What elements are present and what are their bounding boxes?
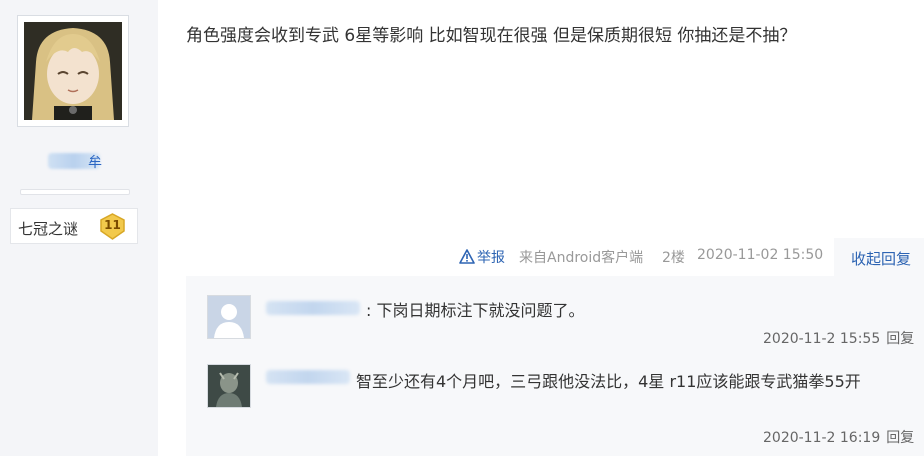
post-content: 角色强度会收到专武 6星等影响 比如智现在很强 但是保质期很短 你抽还是不抽？ <box>186 26 797 46</box>
reply-list: : 下岗日期标注下就没问题了。 2020-11-2 15:55 回复 智至少还有4… <box>186 276 924 456</box>
report-button[interactable]: 举报 <box>459 247 505 267</box>
level-badge-icon: 11 <box>99 213 126 240</box>
report-label: 举报 <box>477 250 505 266</box>
reply-content: : 下岗日期标注下就没问题了。 <box>366 301 585 320</box>
anime-girl-avatar-image <box>24 22 122 120</box>
collapse-replies-tab[interactable]: 收起回复 <box>834 238 924 276</box>
post-floor: 2楼 <box>662 250 685 266</box>
reply-content: 智至少还有4个月吧，三弓跟他没法比，4星 r11应该能跟专武猫拳55开 <box>356 372 861 391</box>
author-username[interactable]: 牟 <box>88 152 102 172</box>
reply-button[interactable]: 回复 <box>886 430 914 446</box>
reply-meta: 2020-11-2 16:19 回复 <box>763 427 914 447</box>
user-placeholder-icon <box>208 296 250 338</box>
badge-name: 七冠之谜 <box>18 220 79 238</box>
reply-timestamp: 2020-11-2 16:19 <box>763 430 881 446</box>
post-timestamp: 2020-11-02 15:50 <box>697 247 824 263</box>
author-sidebar: 牟 七冠之谜 11 <box>0 0 158 456</box>
reply-username-blurred[interactable] <box>266 370 350 384</box>
member-badge[interactable]: 七冠之谜 11 <box>10 208 138 244</box>
badge-level-number: 11 <box>104 218 121 232</box>
author-avatar[interactable] <box>17 15 129 127</box>
post-source: 来自Android客户端 <box>519 250 644 266</box>
default-avatar[interactable] <box>207 295 251 339</box>
level-progress-bar <box>20 189 130 195</box>
reply-username-blurred[interactable] <box>266 301 360 315</box>
warning-icon <box>459 249 475 264</box>
reply-meta: 2020-11-2 15:55 回复 <box>763 328 914 348</box>
collapse-replies-label: 收起回复 <box>851 250 912 268</box>
user-avatar[interactable] <box>207 364 251 408</box>
reply-button[interactable]: 回复 <box>886 331 914 347</box>
reply-timestamp: 2020-11-2 15:55 <box>763 331 881 347</box>
game-character-avatar-image <box>208 365 250 407</box>
